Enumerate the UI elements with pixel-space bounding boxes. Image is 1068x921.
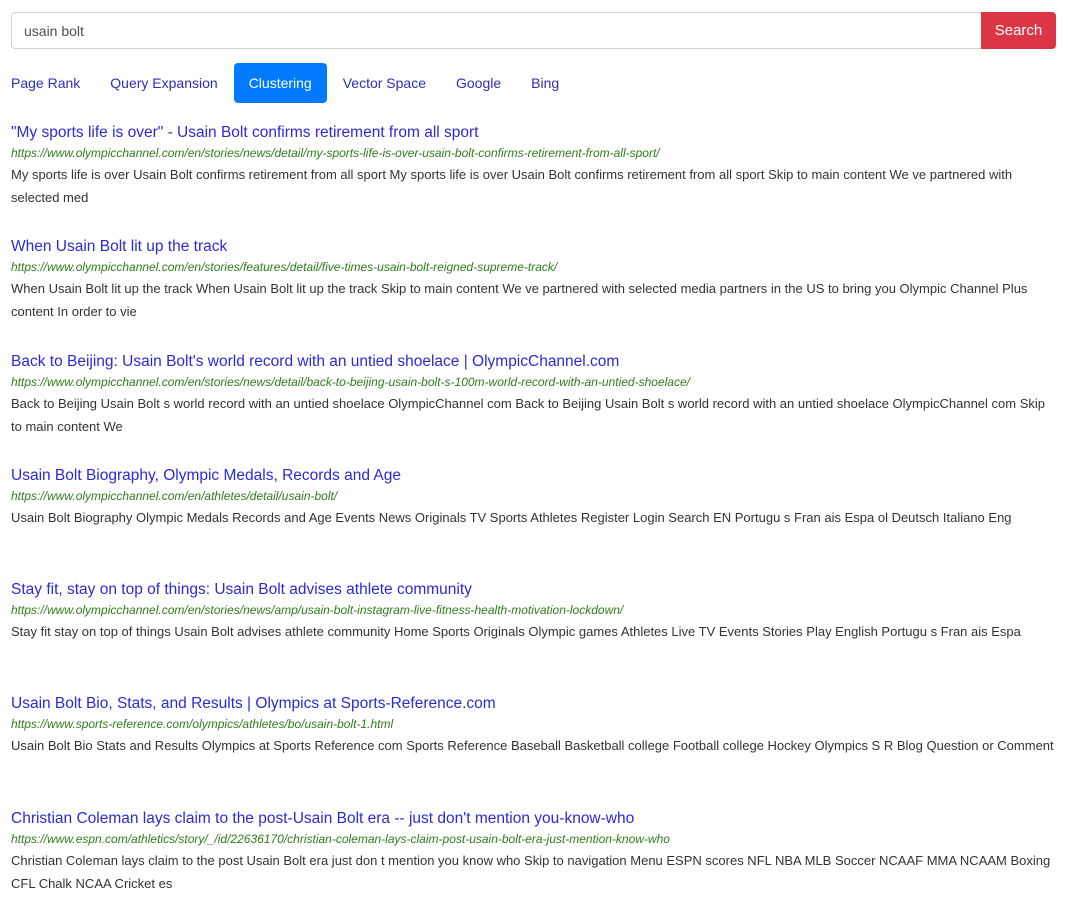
search-input[interactable]	[11, 12, 981, 49]
result-url[interactable]: https://www.olympicchannel.com/en/storie…	[11, 144, 1061, 163]
result-snippet: My sports life is over Usain Bolt confir…	[11, 167, 1013, 205]
result-url[interactable]: https://www.olympicchannel.com/en/storie…	[11, 601, 1061, 620]
result-title-link[interactable]: Back to Beijing: Usain Bolt's world reco…	[11, 350, 1061, 373]
tab-vector-space[interactable]: Vector Space	[331, 63, 438, 103]
result-url[interactable]: https://www.sports-reference.com/olympic…	[11, 715, 1061, 734]
tab-bing[interactable]: Bing	[519, 63, 571, 103]
result-snippet: Usain Bolt Bio Stats and Results Olympic…	[11, 738, 1054, 754]
result-item: Stay fit, stay on top of things: Usain B…	[11, 578, 1061, 692]
result-item: "My sports life is over" - Usain Bolt co…	[11, 121, 1061, 235]
result-item: Back to Beijing: Usain Bolt's world reco…	[11, 350, 1061, 464]
result-item: Usain Bolt Bio, Stats, and Results | Oly…	[11, 692, 1061, 806]
search-results: "My sports life is over" - Usain Bolt co…	[11, 121, 1061, 921]
result-title-link[interactable]: Christian Coleman lays claim to the post…	[11, 807, 1061, 830]
result-snippet: When Usain Bolt lit up the track When Us…	[11, 281, 1028, 320]
tab-google[interactable]: Google	[444, 63, 513, 103]
tab-clustering[interactable]: Clustering	[233, 63, 327, 103]
result-url[interactable]: https://www.olympicchannel.com/en/storie…	[11, 373, 1061, 392]
search-button[interactable]: Search	[981, 12, 1056, 49]
result-title-link[interactable]: Usain Bolt Bio, Stats, and Results | Oly…	[11, 692, 1061, 715]
result-url[interactable]: https://www.olympicchannel.com/en/athlet…	[11, 487, 1061, 506]
result-title-link[interactable]: Stay fit, stay on top of things: Usain B…	[11, 578, 1061, 601]
result-item: Usain Bolt Biography, Olympic Medals, Re…	[11, 464, 1061, 578]
result-title-link[interactable]: "My sports life is over" - Usain Bolt co…	[11, 121, 1061, 144]
result-title-link[interactable]: When Usain Bolt lit up the track	[11, 235, 1061, 258]
tab-page-rank[interactable]: Page Rank	[0, 63, 92, 103]
tab-query-expansion[interactable]: Query Expansion	[98, 63, 229, 103]
result-url[interactable]: https://www.olympicchannel.com/en/storie…	[11, 258, 1061, 277]
result-snippet: Usain Bolt Biography Olympic Medals Reco…	[11, 509, 1012, 525]
result-item: Christian Coleman lays claim to the post…	[11, 807, 1061, 921]
result-snippet: Christian Coleman lays claim to the post…	[11, 852, 1051, 891]
result-snippet: Back to Beijing Usain Bolt s world recor…	[11, 395, 1045, 434]
result-title-link[interactable]: Usain Bolt Biography, Olympic Medals, Re…	[11, 464, 1061, 487]
result-item: When Usain Bolt lit up the track https:/…	[11, 235, 1061, 349]
algorithm-tabs: Page Rank Query Expansion Clustering Vec…	[0, 63, 571, 103]
result-snippet: Stay fit stay on top of things Usain Bol…	[11, 624, 1021, 640]
search-bar: Search	[11, 12, 1056, 49]
result-url[interactable]: https://www.espn.com/athletics/story/_/i…	[11, 830, 1061, 849]
